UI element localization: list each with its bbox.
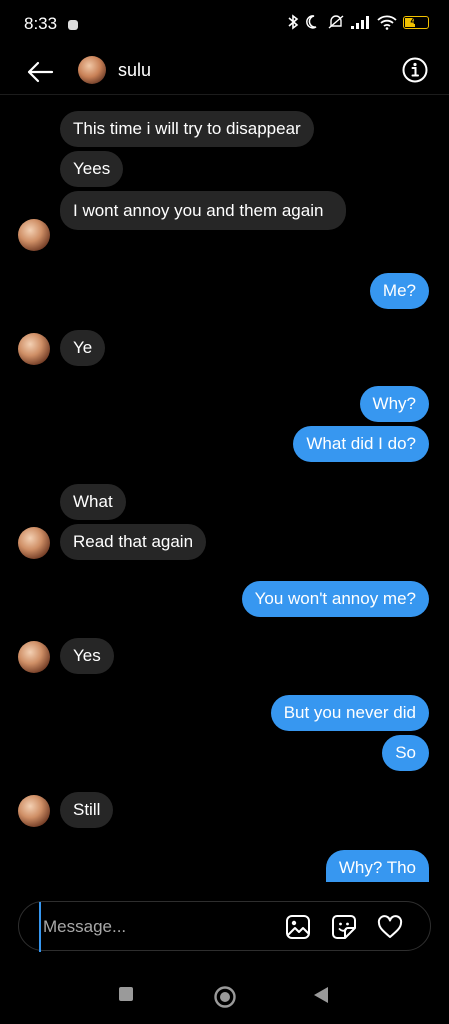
message-bubble[interactable]: But you never did bbox=[270, 695, 429, 731]
message-bubble[interactable]: So bbox=[382, 735, 429, 771]
mute-icon bbox=[328, 15, 344, 29]
avatar[interactable] bbox=[78, 56, 106, 84]
contact-name[interactable]: sulu bbox=[118, 60, 151, 81]
message-bubble[interactable]: Me? bbox=[369, 273, 429, 309]
status-icons: 43 bbox=[287, 14, 429, 30]
battery-level: 43 bbox=[410, 15, 422, 27]
message-composer bbox=[18, 901, 431, 952]
avatar[interactable] bbox=[18, 219, 50, 251]
message-bubble[interactable]: What did I do? bbox=[293, 426, 429, 462]
bluetooth-icon bbox=[288, 14, 299, 30]
wifi-icon bbox=[377, 15, 397, 30]
message-bubble[interactable]: I wont annoy you and them again bbox=[60, 191, 346, 230]
status-time: 8:33 bbox=[24, 14, 58, 33]
heart-icon[interactable] bbox=[377, 914, 403, 940]
system-nav-bar bbox=[0, 966, 449, 1024]
message-bubble[interactable]: Read that again bbox=[60, 524, 207, 560]
signal-icon bbox=[351, 16, 369, 29]
info-icon[interactable] bbox=[401, 56, 429, 84]
message-bubble[interactable]: Yees bbox=[60, 151, 124, 187]
message-bubble[interactable]: Ye bbox=[60, 330, 106, 366]
message-list[interactable]: This time i will try to disappear Yees I… bbox=[0, 95, 449, 885]
avatar[interactable] bbox=[18, 333, 50, 365]
message-input[interactable] bbox=[39, 902, 265, 952]
message-bubble[interactable]: Yes bbox=[60, 638, 114, 674]
message-bubble[interactable]: Still bbox=[60, 792, 114, 828]
image-icon[interactable] bbox=[285, 914, 311, 940]
recents-square-icon[interactable] bbox=[118, 986, 134, 1002]
battery-icon: 43 bbox=[403, 15, 429, 29]
message-bubble[interactable]: What bbox=[60, 484, 126, 520]
message-bubble[interactable]: You won't annoy me? bbox=[241, 581, 429, 617]
chat-header: sulu bbox=[0, 50, 449, 95]
notification-icon bbox=[68, 20, 78, 30]
moon-icon bbox=[306, 15, 317, 29]
avatar[interactable] bbox=[18, 795, 50, 827]
arrow-left-icon[interactable] bbox=[24, 56, 56, 88]
message-bubble[interactable]: This time i will try to disappear bbox=[60, 111, 314, 147]
avatar[interactable] bbox=[18, 527, 50, 559]
home-circle-icon[interactable] bbox=[213, 985, 237, 1009]
sticker-icon[interactable] bbox=[331, 914, 357, 940]
message-bubble[interactable]: Why? bbox=[359, 386, 429, 422]
avatar[interactable] bbox=[18, 641, 50, 673]
message-bubble[interactable]: Why? Tho bbox=[325, 850, 429, 882]
status-bar: 8:33 43 bbox=[0, 0, 449, 50]
back-triangle-icon[interactable] bbox=[313, 986, 329, 1004]
